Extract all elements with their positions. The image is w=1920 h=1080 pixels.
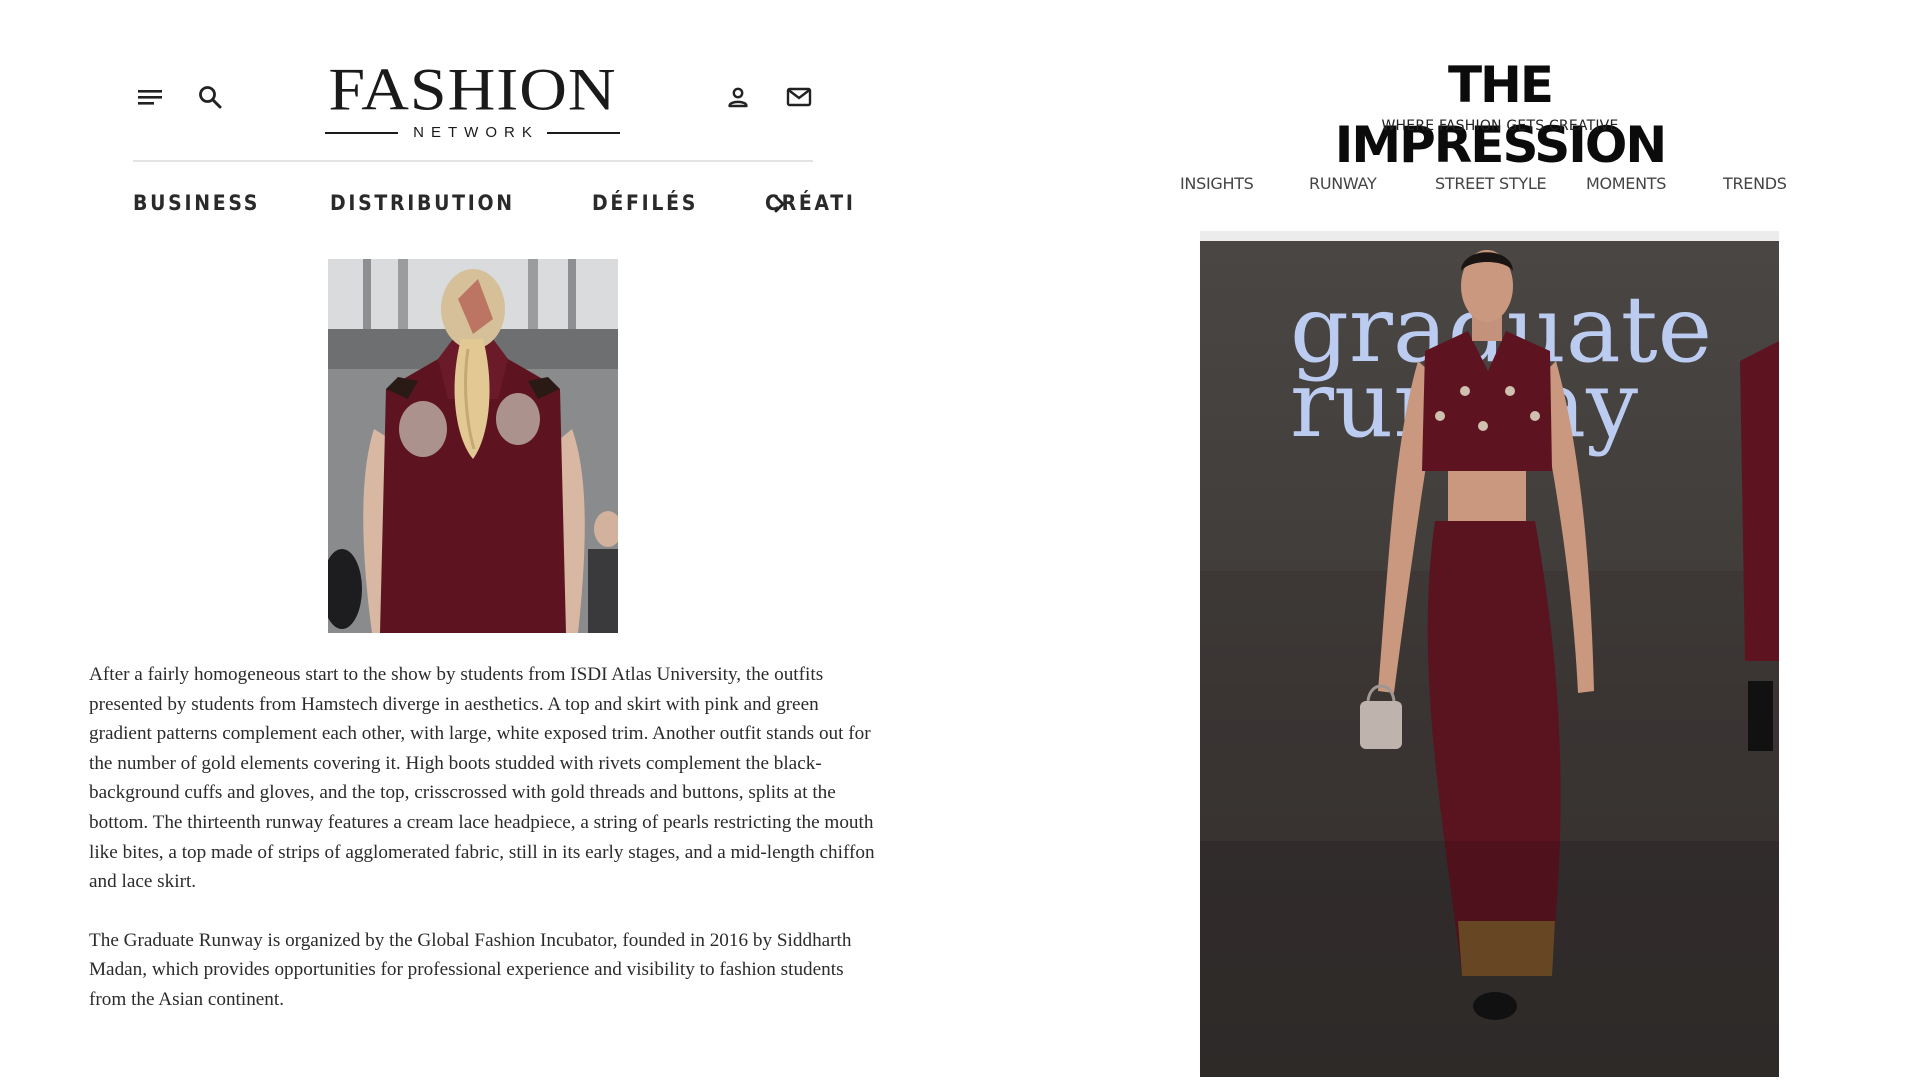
article-paragraph: The Graduate Runway is organized by the … xyxy=(89,929,852,1010)
chevron-right-icon[interactable] xyxy=(768,193,790,215)
mail-icon[interactable] xyxy=(784,82,814,112)
search-icon[interactable] xyxy=(195,82,225,112)
logo-wordmark: FASHION xyxy=(328,55,617,124)
runway-photo: graduate runway xyxy=(1200,241,1779,1077)
logo-subtitle: NETWORK xyxy=(413,124,539,141)
account-icon[interactable] xyxy=(723,82,753,112)
nav-item-runway[interactable]: RUNWAY xyxy=(1309,174,1377,193)
nav-item-insights[interactable]: INSIGHTS xyxy=(1180,174,1254,193)
logo-rule-right xyxy=(546,131,621,134)
photo-top-strip xyxy=(1200,231,1779,241)
header-divider xyxy=(133,160,813,162)
article-paragraph: After a fairly homogeneous start to the … xyxy=(89,664,875,893)
nav-item-street-style[interactable]: STREET STYLE xyxy=(1435,174,1547,193)
nav-item-moments[interactable]: MOMENTS xyxy=(1586,174,1666,193)
fashionnetwork-logo[interactable]: FASHION NETWORK xyxy=(325,55,621,141)
article-body: After a fairly homogeneous start to the … xyxy=(89,660,879,1044)
nav-item-business[interactable]: BUSINESS xyxy=(133,191,260,215)
article-photo-back-view xyxy=(328,259,618,633)
logo-rule-left xyxy=(325,131,399,134)
nav-item-defiles[interactable]: DÉFILÉS xyxy=(592,191,698,215)
nav-item-distribution[interactable]: DISTRIBUTION xyxy=(330,191,515,215)
theimpression-logo[interactable]: THE IMPRESSION xyxy=(1290,55,1710,175)
menu-icon[interactable] xyxy=(135,82,165,112)
nav-item-trends[interactable]: TRENDS xyxy=(1723,174,1787,193)
section-nav: BUSINESS DISTRIBUTION DÉFILÉS CRÉATI xyxy=(133,188,866,218)
main-nav: INSIGHTS RUNWAY STREET STYLE MOMENTS TRE… xyxy=(1175,174,1787,196)
site-tagline: WHERE FASHION GETS CREATIVE xyxy=(1381,118,1619,134)
